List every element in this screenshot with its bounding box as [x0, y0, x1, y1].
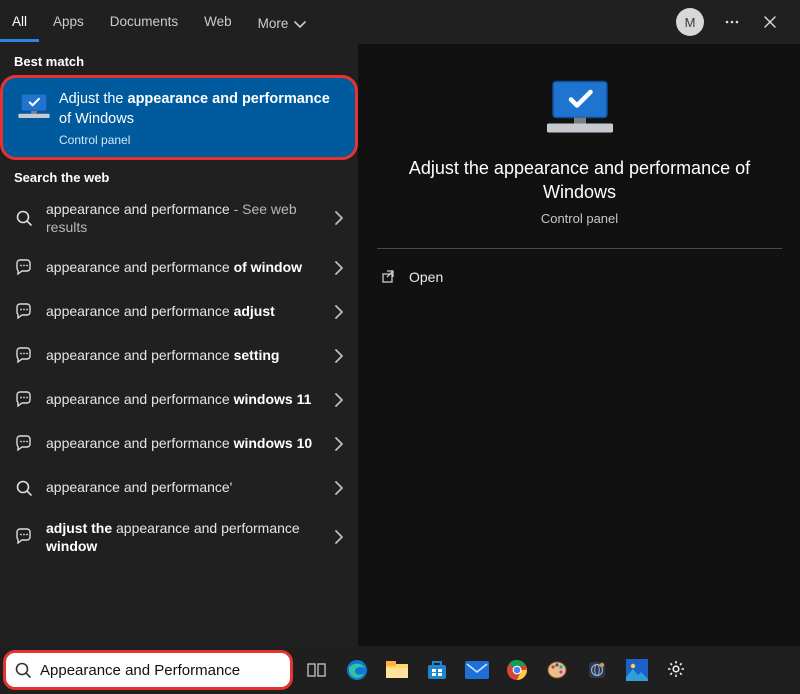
tab-web[interactable]: Web	[192, 2, 244, 42]
taskbar	[0, 646, 800, 694]
chevron-right-icon[interactable]	[326, 347, 348, 365]
mail-icon[interactable]	[459, 650, 495, 690]
preview-title: Adjust the appearance and performance of…	[377, 156, 782, 205]
chevron-right-icon[interactable]	[326, 303, 348, 321]
preview-subtitle: Control panel	[377, 211, 782, 226]
chevron-down-icon	[292, 16, 306, 30]
more-options-button[interactable]	[714, 4, 750, 40]
divider	[377, 248, 782, 249]
web-result-text: appearance and performance windows 11	[46, 390, 314, 408]
tab-all[interactable]: All	[0, 2, 39, 42]
web-result-text: appearance and performance setting	[46, 346, 314, 364]
best-match-subtitle: Control panel	[59, 133, 341, 147]
chrome-icon[interactable]	[499, 650, 535, 690]
settings-icon[interactable]	[659, 650, 695, 690]
dots-icon	[723, 13, 741, 31]
web-result-text: appearance and performance adjust	[46, 302, 314, 320]
results-column: Best match Adjust the appearance and per…	[0, 44, 358, 646]
store-icon[interactable]	[419, 650, 455, 690]
search-icon	[14, 209, 34, 227]
control-panel-icon	[17, 92, 47, 116]
web-result-text: appearance and performance - See web res…	[46, 200, 314, 236]
web-result[interactable]: appearance and performance adjust	[0, 290, 358, 334]
chat-icon	[14, 303, 34, 321]
web-result[interactable]: appearance and performance windows 10	[0, 422, 358, 466]
search-icon	[14, 661, 32, 679]
edge-icon[interactable]	[339, 650, 375, 690]
tab-more[interactable]: More	[246, 4, 319, 41]
taskbar-search[interactable]	[3, 650, 293, 690]
web-result[interactable]: appearance and performance of window	[0, 246, 358, 290]
best-match-item[interactable]: Adjust the appearance and performance of…	[0, 75, 358, 160]
best-match-title: Adjust the appearance and performance of…	[59, 90, 341, 129]
header-tabs: All Apps Documents Web More M	[0, 0, 800, 44]
action-open[interactable]: Open	[377, 261, 782, 293]
tab-documents[interactable]: Documents	[98, 2, 190, 42]
chat-icon	[14, 347, 34, 365]
web-result-text: appearance and performance of window	[46, 258, 314, 276]
chevron-right-icon[interactable]	[326, 435, 348, 453]
chevron-right-icon[interactable]	[326, 479, 348, 497]
close-icon	[761, 13, 779, 31]
web-result[interactable]: appearance and performance'	[0, 466, 358, 510]
chevron-right-icon[interactable]	[326, 209, 348, 227]
search-window: All Apps Documents Web More M Best match…	[0, 0, 800, 646]
task-view-button[interactable]	[299, 650, 335, 690]
paint-icon[interactable]	[539, 650, 575, 690]
web-result[interactable]: appearance and performance - See web res…	[0, 191, 358, 245]
photos-icon[interactable]	[619, 650, 655, 690]
tab-more-label: More	[258, 16, 289, 31]
search-icon	[14, 479, 34, 497]
chevron-right-icon[interactable]	[326, 528, 348, 546]
chat-icon	[14, 259, 34, 277]
web-result[interactable]: adjust the appearance and performance wi…	[0, 510, 358, 564]
search-input[interactable]	[40, 662, 282, 679]
close-button[interactable]	[752, 4, 788, 40]
web-result-text: adjust the appearance and performance wi…	[46, 519, 314, 555]
chevron-right-icon[interactable]	[326, 391, 348, 409]
avatar[interactable]: M	[676, 8, 704, 36]
web-result-text: appearance and performance'	[46, 478, 314, 496]
section-web: Search the web	[0, 160, 358, 191]
web-result[interactable]: appearance and performance windows 11	[0, 378, 358, 422]
tab-apps[interactable]: Apps	[41, 2, 96, 42]
file-explorer-icon[interactable]	[379, 650, 415, 690]
web-result-text: appearance and performance windows 10	[46, 434, 314, 452]
web-result[interactable]: appearance and performance setting	[0, 334, 358, 378]
chevron-right-icon[interactable]	[326, 259, 348, 277]
action-open-label: Open	[409, 269, 443, 285]
paint3d-icon[interactable]	[579, 650, 615, 690]
chat-icon	[14, 391, 34, 409]
task-view-icon	[307, 661, 327, 679]
preview-pane: Adjust the appearance and performance of…	[358, 44, 800, 646]
chat-icon	[14, 435, 34, 453]
chat-icon	[14, 528, 34, 546]
open-icon	[379, 269, 397, 285]
section-best-match: Best match	[0, 44, 358, 75]
preview-icon	[544, 76, 616, 138]
